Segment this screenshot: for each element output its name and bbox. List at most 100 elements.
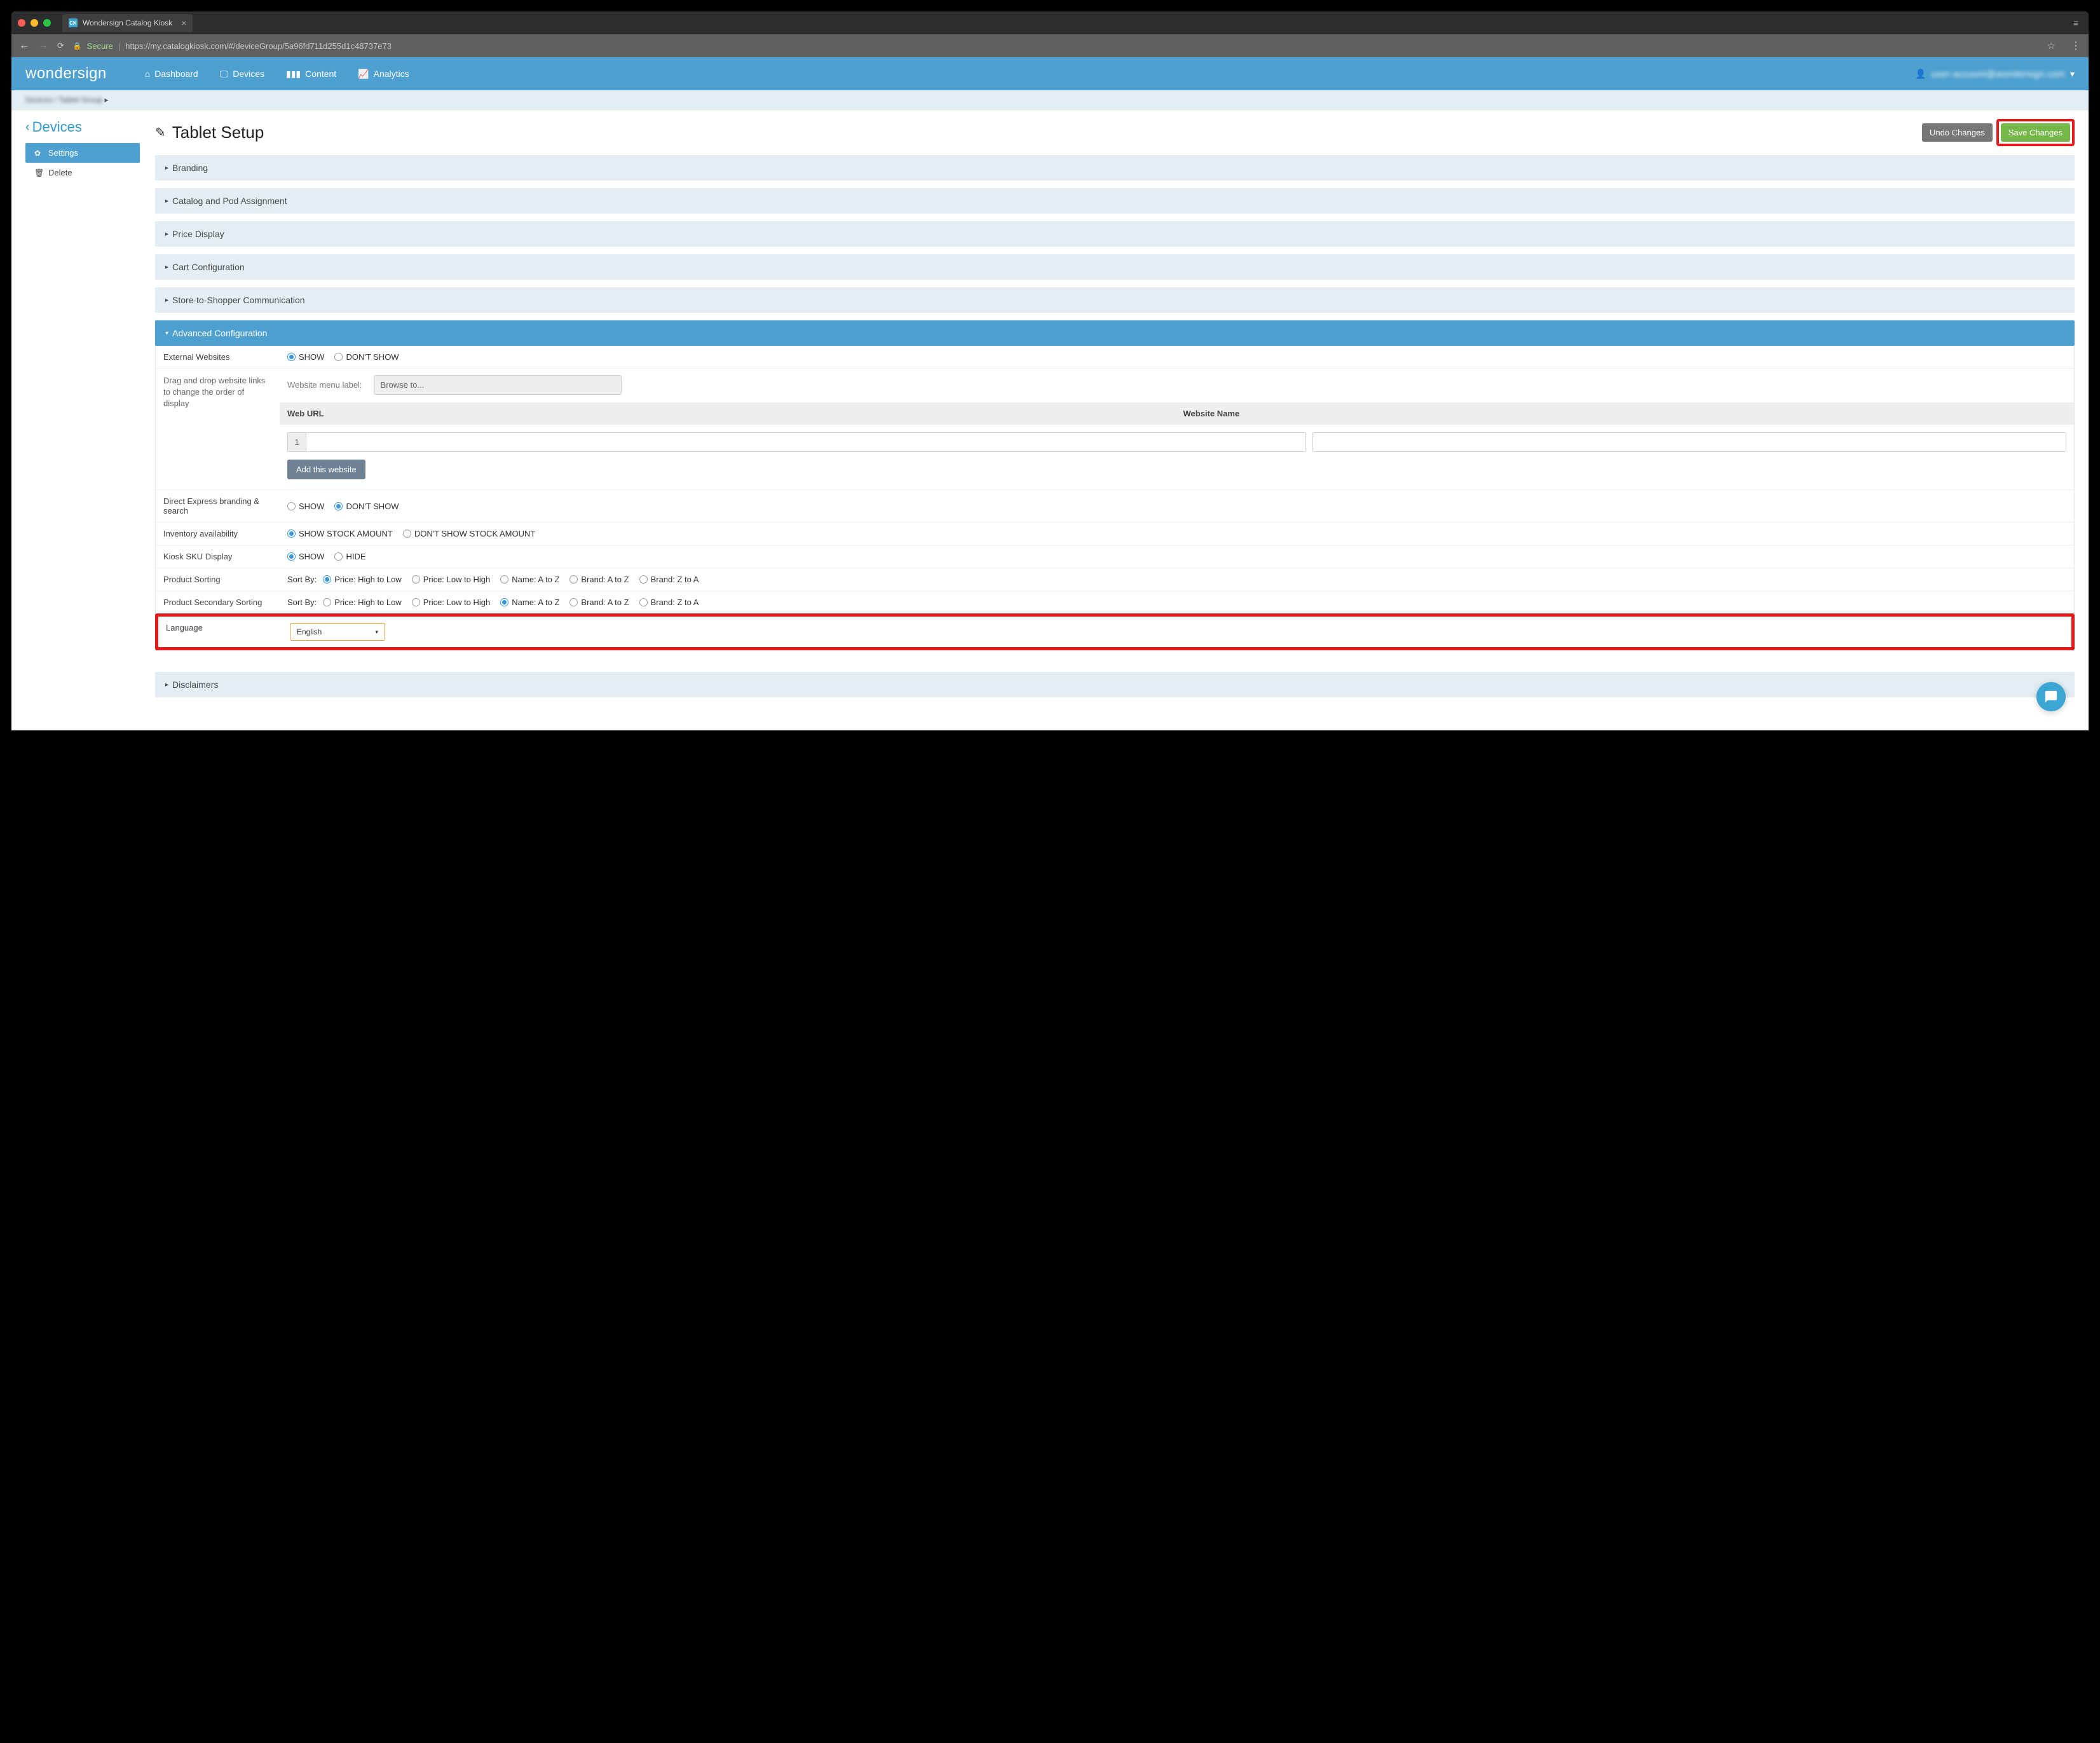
browser-tab[interactable]: CK Wondersign Catalog Kiosk × (62, 14, 193, 32)
radio-icon (334, 552, 343, 561)
browser-addressbar: ← → ⟳ 🔒 Secure | https://my.catalogkiosk… (11, 34, 2089, 57)
radio-sort-price-high[interactable]: Price: High to Low (323, 575, 402, 584)
radio-icon (403, 530, 411, 538)
sidebar-back-link[interactable]: ‹ Devices (25, 119, 140, 135)
language-highlight: Language English ▾ (155, 613, 2075, 650)
add-website-button[interactable]: Add this website (287, 460, 365, 479)
label-drag-drop-hint: Drag and drop website links to change th… (156, 369, 280, 489)
radio-external-show[interactable]: SHOW (287, 352, 324, 362)
input-website-name[interactable] (1312, 432, 2066, 452)
panel-store-comm[interactable]: ▸ Store-to-Shopper Communication (155, 287, 2075, 313)
radio-icon (334, 502, 343, 510)
nav-back-icon[interactable]: ← (19, 40, 29, 51)
sort2-prefix: Sort By: (287, 598, 317, 607)
tab-favicon-icon: CK (69, 18, 78, 27)
user-menu[interactable]: 👤 user-account@wondersign.com ▾ (1915, 69, 2075, 79)
radio-sort-price-low[interactable]: Price: Low to High (412, 575, 491, 584)
tab-close-icon[interactable]: × (181, 18, 186, 28)
nav-analytics[interactable]: 📈 Analytics (358, 69, 409, 79)
caret-right-icon: ▸ (165, 165, 168, 172)
sort-prefix: Sort By: (287, 575, 317, 584)
label-menu-label: Website menu label: (287, 380, 362, 390)
radio-icon (334, 353, 343, 361)
url-text: https://my.catalogkiosk.com/#/deviceGrou… (125, 41, 392, 51)
bookmark-star-icon[interactable]: ☆ (2047, 40, 2056, 51)
radio-direct-show[interactable]: SHOW (287, 502, 324, 511)
sidebar-item-settings[interactable]: ✿ Settings (25, 143, 140, 163)
nav-dashboard[interactable]: ⌂ Dashboard (145, 69, 198, 79)
input-website-menu-label[interactable] (374, 375, 622, 395)
tab-title: Wondersign Catalog Kiosk (83, 18, 172, 27)
panel-branding[interactable]: ▸ Branding (155, 155, 2075, 181)
panel-catalog[interactable]: ▸ Catalog and Pod Assignment (155, 188, 2075, 214)
sidebar-item-delete[interactable]: 🗑 Delete (25, 163, 140, 182)
pencil-icon: ✎ (155, 125, 166, 140)
th-web-url: Web URL (287, 409, 1171, 418)
radio-sort2-name-az[interactable]: Name: A to Z (500, 598, 559, 607)
radio-sort-brand-az[interactable]: Brand: A to Z (569, 575, 629, 584)
radio-icon (323, 598, 331, 606)
breadcrumb-path[interactable]: Devices / Tablet Group (25, 95, 102, 104)
radio-sku-hide[interactable]: HIDE (334, 552, 365, 561)
input-web-url[interactable] (306, 432, 1306, 452)
label-sku: Kiosk SKU Display (156, 545, 280, 568)
radio-icon (500, 598, 508, 606)
save-changes-button[interactable]: Save Changes (2001, 123, 2070, 142)
browser-menu-icon[interactable]: ⋮ (2071, 39, 2081, 52)
reload-icon[interactable]: ⟳ (57, 41, 64, 51)
caret-down-icon: ▾ (2070, 69, 2075, 79)
radio-direct-dontshow[interactable]: DON'T SHOW (334, 502, 399, 511)
radio-sort2-price-high[interactable]: Price: High to Low (323, 598, 402, 607)
caret-right-icon: ▸ (165, 264, 168, 271)
titlebar-menu-icon[interactable]: ≡ (2073, 18, 2082, 28)
panel-advanced[interactable]: ▾ Advanced Configuration (155, 320, 2075, 346)
radio-icon (500, 575, 508, 584)
radio-sort-brand-za[interactable]: Brand: Z to A (639, 575, 699, 584)
close-window-icon[interactable] (18, 19, 25, 27)
radio-sort-name-az[interactable]: Name: A to Z (500, 575, 559, 584)
panel-cart[interactable]: ▸ Cart Configuration (155, 254, 2075, 280)
chat-support-button[interactable] (2036, 682, 2066, 711)
user-email: user-account@wondersign.com (1931, 69, 2065, 79)
nav-content[interactable]: ▮▮▮ Content (286, 69, 336, 79)
label-direct-express: Direct Express branding & search (156, 490, 280, 522)
radio-inventory-show[interactable]: SHOW STOCK AMOUNT (287, 529, 393, 538)
breadcrumb: Devices / Tablet Group ▸ (11, 90, 2089, 110)
minimize-window-icon[interactable] (31, 19, 38, 27)
barcode-icon: ▮▮▮ (286, 69, 301, 79)
panel-disclaimers[interactable]: ▸ Disclaimers (155, 672, 2075, 697)
save-highlight: Save Changes (1996, 119, 2075, 146)
radio-sort2-brand-za[interactable]: Brand: Z to A (639, 598, 699, 607)
chat-icon (2044, 690, 2058, 704)
caret-down-icon: ▾ (165, 330, 168, 337)
monitor-icon: 🖵 (220, 69, 229, 79)
language-value: English (297, 627, 322, 636)
radio-inventory-dontshow[interactable]: DON'T SHOW STOCK AMOUNT (403, 529, 536, 538)
radio-icon (569, 598, 578, 606)
brand-logo[interactable]: wondersign (25, 65, 107, 83)
radio-sort2-brand-az[interactable]: Brand: A to Z (569, 598, 629, 607)
radio-sku-show[interactable]: SHOW (287, 552, 324, 561)
user-icon: 👤 (1915, 69, 1926, 79)
radio-icon (287, 552, 296, 561)
radio-sort2-price-low[interactable]: Price: Low to High (412, 598, 491, 607)
maximize-window-icon[interactable] (43, 19, 51, 27)
home-icon: ⌂ (145, 69, 150, 79)
label-product-sorting: Product Sorting (156, 568, 280, 591)
window-controls (18, 19, 51, 27)
nav-devices[interactable]: 🖵 Devices (220, 69, 264, 79)
chevron-left-icon: ‹ (25, 120, 30, 135)
url-input[interactable]: 🔒 Secure | https://my.catalogkiosk.com/#… (73, 41, 2038, 51)
language-select[interactable]: English ▾ (290, 623, 385, 641)
label-external-websites: External Websites (156, 346, 280, 368)
undo-changes-button[interactable]: Undo Changes (1922, 123, 1993, 142)
nav-forward-icon: → (38, 40, 48, 51)
caret-right-icon: ▸ (165, 297, 168, 304)
gear-icon: ✿ (34, 149, 43, 158)
label-language: Language (158, 617, 282, 647)
websites-table-header: Web URL Website Name (280, 402, 2074, 425)
radio-icon (569, 575, 578, 584)
radio-group-external-websites: SHOW DON'T SHOW (280, 346, 2074, 368)
radio-external-dontshow[interactable]: DON'T SHOW (334, 352, 399, 362)
panel-price[interactable]: ▸ Price Display (155, 221, 2075, 247)
